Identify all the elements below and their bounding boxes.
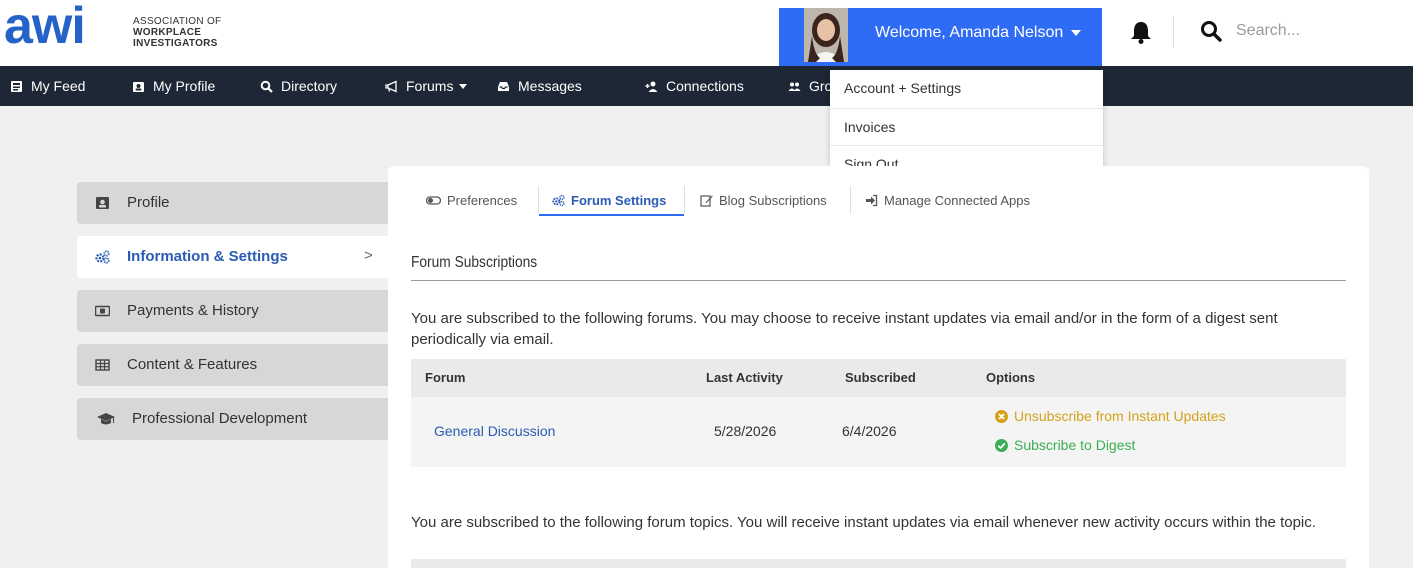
logo-word: awi <box>4 0 86 55</box>
topics-intro-text: You are subscribed to the following foru… <box>411 514 1316 531</box>
header-divider <box>1173 16 1174 48</box>
nav-label: Directory <box>281 78 338 94</box>
column-header-last-activity: Last Activity <box>706 370 783 385</box>
nav-my-profile[interactable]: My Profile <box>132 66 215 106</box>
section-divider <box>411 280 1346 281</box>
topics-table-header <box>411 559 1346 568</box>
toggle-icon <box>426 195 441 205</box>
table-row: General Discussion 5/28/2026 6/4/2026 Un… <box>411 397 1346 467</box>
bell-icon[interactable] <box>1130 20 1152 44</box>
users-icon <box>788 82 801 91</box>
awi-logo[interactable]: awi ASSOCIATION OF WORKPLACE INVESTIGATO… <box>0 0 221 54</box>
account-menu-toggle[interactable]: Welcome, Amanda Nelson <box>779 8 1102 66</box>
column-header-forum: Forum <box>425 370 466 385</box>
main-nav: My Feed My Profile Directory Forums Mess… <box>0 66 1413 106</box>
sidebar-item-professional-development[interactable]: Professional Development <box>77 398 390 440</box>
active-tab-indicator <box>539 214 684 216</box>
sidebar-item-label: Content & Features <box>127 356 258 373</box>
menu-item-invoices[interactable]: Invoices <box>830 108 1103 144</box>
column-header-options: Options <box>986 370 1036 385</box>
search-icon <box>260 80 273 93</box>
welcome-label: Welcome, Amanda Nelson <box>875 24 1064 41</box>
sidebar-item-label: Profile <box>127 194 170 211</box>
table-icon <box>95 359 110 371</box>
nav-label: Connections <box>666 78 744 94</box>
tab-preferences[interactable]: Preferences <box>426 186 517 214</box>
cogs-icon <box>95 250 110 264</box>
sidebar-item-label: Information & Settings <box>127 248 288 265</box>
edit-icon <box>700 194 713 207</box>
search-icon[interactable] <box>1200 20 1222 42</box>
nav-groups[interactable]: Gro <box>788 66 832 106</box>
graduation-cap-icon <box>97 413 115 425</box>
option-label: Unsubscribe from Instant Updates <box>1014 408 1226 424</box>
caret-down-icon <box>459 83 468 89</box>
subscribe-to-digest-link[interactable]: Subscribe to Digest <box>995 437 1135 453</box>
nav-label: My Profile <box>153 78 216 94</box>
section-title: Forum Subscriptions <box>411 254 538 271</box>
nav-my-feed[interactable]: My Feed <box>10 66 85 106</box>
id-card-icon <box>133 81 144 92</box>
subscribed-date: 6/4/2026 <box>842 423 897 439</box>
avatar <box>804 8 848 62</box>
column-header-subscribed: Subscribed <box>845 370 916 385</box>
nav-label: Forums <box>406 78 454 94</box>
money-icon <box>95 305 110 317</box>
tab-manage-connected-apps[interactable]: Manage Connected Apps <box>865 186 1030 214</box>
sidebar-item-label: Payments & History <box>127 302 259 319</box>
option-label: Subscribe to Digest <box>1014 437 1136 453</box>
logo-line-3: INVESTIGATORS <box>133 38 218 49</box>
tab-divider <box>850 186 851 214</box>
tab-label: Preferences <box>447 192 518 208</box>
nav-directory[interactable]: Directory <box>260 66 337 106</box>
top-header: awi ASSOCIATION OF WORKPLACE INVESTIGATO… <box>0 0 1413 66</box>
sign-in-icon <box>866 194 878 206</box>
nav-connections[interactable]: Connections <box>645 66 744 106</box>
tab-divider <box>684 186 685 214</box>
sidebar-item-information-settings[interactable]: Information & Settings > <box>77 236 390 278</box>
unsubscribe-instant-updates-link[interactable]: Unsubscribe from Instant Updates <box>995 408 1226 424</box>
id-card-icon <box>96 197 109 209</box>
user-plus-icon <box>645 81 658 92</box>
tab-label: Blog Subscriptions <box>719 192 827 208</box>
nav-label: Messages <box>518 78 582 94</box>
megaphone-icon <box>385 80 397 92</box>
feed-icon <box>11 80 22 92</box>
sidebar-item-label: Professional Development <box>132 410 308 427</box>
menu-item-account-settings[interactable]: Account + Settings <box>830 70 1103 106</box>
tab-label: Forum Settings <box>571 192 667 208</box>
search-input[interactable] <box>1236 18 1396 44</box>
table-header: Forum Last Activity Subscribed Options <box>411 359 1346 397</box>
logo-text: ASSOCIATION OF WORKPLACE INVESTIGATORS <box>133 16 253 49</box>
logo-line-1: ASSOCIATION OF <box>133 16 222 27</box>
chevron-right-icon: > <box>364 247 373 264</box>
cogs-icon <box>552 194 565 206</box>
logo-line-2: WORKPLACE <box>133 27 202 38</box>
caret-down-icon <box>1071 30 1081 36</box>
nav-label: Gro <box>809 78 833 94</box>
tab-forum-settings[interactable]: Forum Settings <box>552 186 666 214</box>
tab-blog-subscriptions[interactable]: Blog Subscriptions <box>700 186 827 214</box>
sidebar-item-content-features[interactable]: Content & Features <box>77 344 390 386</box>
tab-label: Manage Connected Apps <box>884 192 1030 208</box>
inbox-icon <box>498 81 509 91</box>
forum-link[interactable]: General Discussion <box>434 423 555 439</box>
check-circle-icon <box>995 438 1008 452</box>
sidebar-item-payments-history[interactable]: Payments & History <box>77 290 390 332</box>
last-activity-date: 5/28/2026 <box>714 423 777 439</box>
logo-mark: awi <box>0 0 124 54</box>
nav-messages[interactable]: Messages <box>497 66 582 106</box>
sidebar-item-profile[interactable]: Profile <box>77 182 390 224</box>
nav-label: My Feed <box>31 78 86 94</box>
tab-divider <box>538 186 539 214</box>
times-circle-icon <box>995 409 1008 423</box>
forum-intro-text: You are subscribed to the following foru… <box>411 310 1278 348</box>
nav-forums[interactable]: Forums <box>385 66 468 106</box>
